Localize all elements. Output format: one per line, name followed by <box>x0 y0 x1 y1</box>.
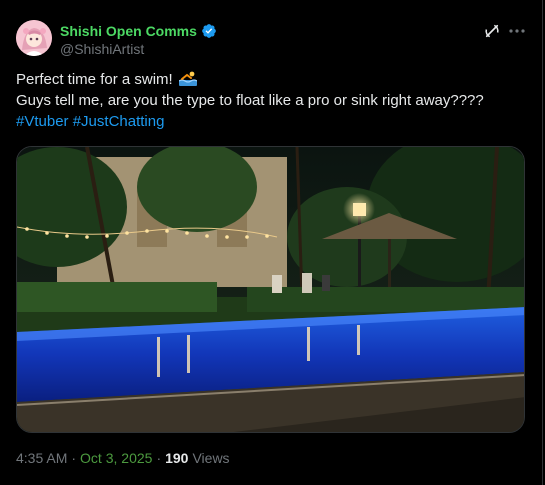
author-handle[interactable]: @ShishiArtist <box>60 40 144 58</box>
verified-badge-icon <box>201 23 217 39</box>
night-pool-photo <box>17 147 524 432</box>
grok-icon[interactable] <box>483 22 501 40</box>
tweet-line-2: Guys tell me, are you the type to float … <box>16 92 484 109</box>
tweet-card[interactable]: Shishi Open Comms @ShishiArtist Perfect … <box>0 0 543 485</box>
hashtag-link[interactable]: #Vtuber <box>16 113 69 130</box>
tweet-meta: 4:35 AM · Oct 3, 2025 · 190 Views <box>16 449 230 467</box>
more-options-icon[interactable] <box>507 22 527 40</box>
author-name-row[interactable]: Shishi Open Comms <box>60 22 217 40</box>
tweet-photo[interactable] <box>16 146 525 433</box>
meta-separator: · <box>156 450 162 466</box>
person-swimming-emoji-icon <box>178 70 198 86</box>
tweet-line-1: Perfect time for a swim! <box>16 70 526 91</box>
author-display-name[interactable]: Shishi Open Comms <box>60 22 197 40</box>
avatar[interactable] <box>16 20 52 56</box>
hashtag-link[interactable]: #JustChatting <box>73 113 165 130</box>
views-count: 190 <box>165 450 189 466</box>
meta-separator: · <box>71 450 77 466</box>
tweet-time[interactable]: 4:35 AM <box>16 449 67 467</box>
tweet-hashtags: #Vtuber #JustChatting <box>16 112 526 133</box>
tweet-text: Perfect time for a swim! Guys tell me, a… <box>16 70 526 133</box>
views-label: Views <box>192 450 230 466</box>
tweet-line-1-text: Perfect time for a swim! <box>16 71 173 88</box>
tweet-date[interactable]: Oct 3, 2025 <box>80 449 152 467</box>
